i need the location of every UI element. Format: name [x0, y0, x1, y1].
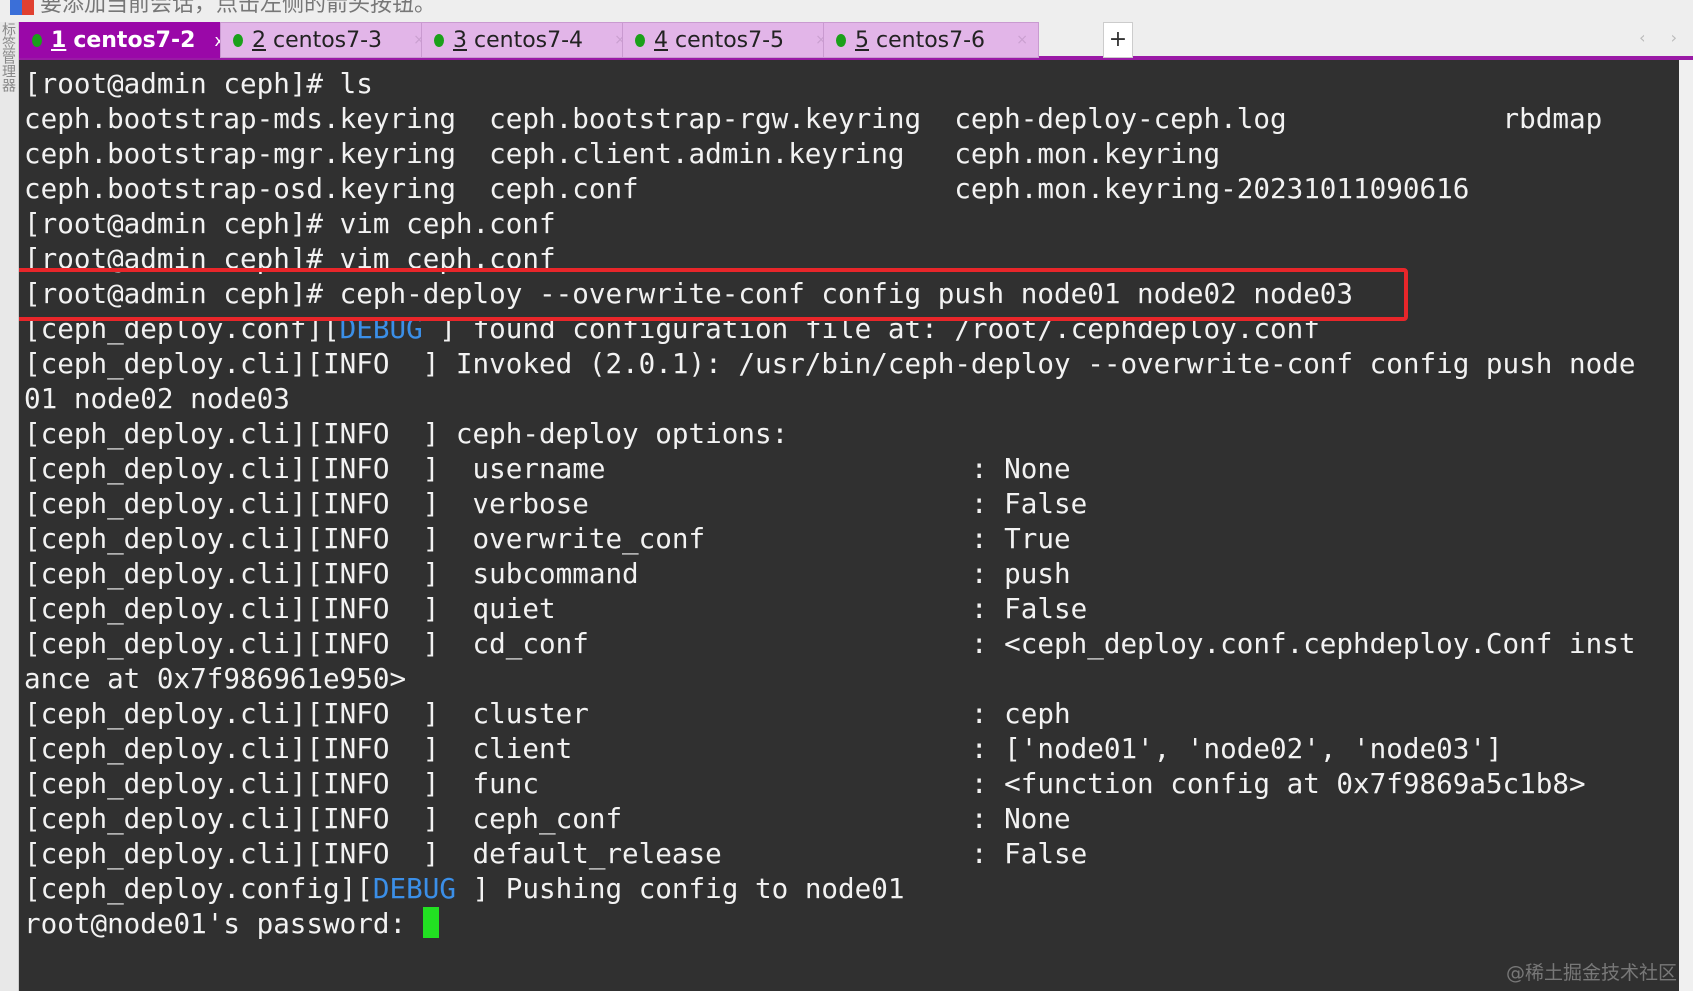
debug-tag: DEBUG	[372, 872, 456, 905]
terminal-line: [ceph_deploy.cli][INFO ] Invoked (2.0.1)…	[24, 346, 1635, 381]
line-text: [ceph_deploy.cli][INFO ] Invoked (2.0.1)…	[24, 347, 1636, 380]
status-dot-icon	[635, 33, 645, 47]
line-text: [ceph_deploy.cli][INFO ] cd_conf : <ceph…	[24, 627, 1636, 660]
terminal-line: ceph.bootstrap-mgr.keyring ceph.client.a…	[24, 136, 1635, 171]
terminal-line: [root@admin ceph]# ls	[24, 66, 1635, 101]
terminal-line: 01 node02 node03	[24, 381, 1635, 416]
tab-label: centos7-5	[675, 27, 785, 53]
add-tab-button[interactable]: +	[1103, 22, 1133, 58]
line-text: [root@admin ceph]# vim ceph.conf	[24, 207, 556, 240]
terminal-line: ceph.bootstrap-mds.keyring ceph.bootstra…	[24, 101, 1635, 136]
tab-number: 4	[654, 27, 668, 53]
tab-number: 1	[51, 27, 67, 53]
tab-label: centos7-3	[273, 27, 383, 53]
tab-number: 3	[453, 27, 467, 53]
session-hint: 要添加当前会话，点击左侧的箭头按钮。	[0, 0, 436, 17]
terminal-line: [ceph_deploy.cli][INFO ] client : ['node…	[24, 731, 1635, 766]
line-text: [ceph_deploy.cli][INFO ] overwrite_conf …	[24, 522, 1071, 555]
tab-label: centos7-2	[73, 27, 196, 53]
app-logo-icon	[10, 0, 34, 15]
terminal-line: [ceph_deploy.cli][INFO ] subcommand : pu…	[24, 556, 1635, 591]
terminal-line: ceph.bootstrap-osd.keyring ceph.conf cep…	[24, 171, 1635, 206]
terminal-line: [ceph_deploy.cli][INFO ] default_release…	[24, 836, 1635, 871]
tab-bar: 1centos7-2x2centos7-3×3centos7-4×4centos…	[19, 22, 1693, 60]
scrollbar[interactable]	[1679, 60, 1693, 991]
terminal-line: [ceph_deploy.cli][INFO ] func : <functio…	[24, 766, 1635, 801]
line-text: [ceph_deploy.cli][INFO ] verbose : False	[24, 487, 1088, 520]
close-tab-icon[interactable]: ×	[1016, 32, 1028, 48]
terminal-output: [root@admin ceph]# ls ceph.bootstrap-mds.…	[24, 66, 1635, 941]
terminal-line: ance at 0x7f986961e950>	[24, 661, 1635, 696]
line-text: [ceph_deploy.cli][INFO ] ceph_conf : Non…	[24, 802, 1071, 835]
tab-centos7-2[interactable]: 1centos7-2x	[19, 22, 235, 58]
terminal[interactable]: [root@admin ceph]# ls ceph.bootstrap-mds.…	[19, 60, 1679, 991]
terminal-line: [ceph_deploy.cli][INFO ] overwrite_conf …	[24, 521, 1635, 556]
watermark: @稀土掘金技术社区	[1505, 962, 1677, 984]
line-text: 01 node02 node03	[24, 382, 290, 415]
terminal-line: [ceph_deploy.config][DEBUG ] Pushing con…	[24, 871, 1635, 906]
terminal-line: [ceph_deploy.cli][INFO ] quiet : False	[24, 591, 1635, 626]
tab-number: 5	[855, 27, 869, 53]
cursor	[422, 907, 439, 938]
status-dot-icon	[32, 33, 42, 47]
tab-centos7-4[interactable]: 3 centos7-4 ×	[421, 22, 637, 58]
session-hint-text: 要添加当前会话，点击左侧的箭头按钮。	[40, 0, 437, 17]
line-text: root@node01's password:	[24, 907, 423, 940]
line-text: ceph.bootstrap-mgr.keyring ceph.client.a…	[24, 137, 1221, 170]
line-text: [ceph_deploy.cli][INFO ] client : ['node…	[24, 732, 1503, 765]
tab-label: centos7-4	[474, 27, 584, 53]
terminal-line: [ceph_deploy.cli][INFO ] verbose : False	[24, 486, 1635, 521]
line-text: [ceph_deploy.cli][INFO ] func : <functio…	[24, 767, 1586, 800]
terminal-line: root@node01's password:	[24, 906, 1635, 941]
status-dot-icon	[434, 33, 444, 47]
tab-centos7-3[interactable]: 2 centos7-3 ×	[220, 22, 436, 58]
tab-manager-strip[interactable]: 标签管理器	[0, 22, 19, 991]
status-dot-icon	[233, 33, 243, 47]
tab-label: centos7-6	[876, 27, 986, 53]
terminal-line: [ceph_deploy.cli][INFO ] ceph_conf : Non…	[24, 801, 1635, 836]
line-text: [ceph_deploy.cli][INFO ] username : None	[24, 452, 1071, 485]
line-text: [root@admin ceph]# ls	[24, 67, 373, 100]
line-text: [ceph_deploy.config][	[24, 872, 373, 905]
tab-scroll-arrows[interactable]: ‹ ›	[1639, 28, 1687, 47]
tab-number: 2	[252, 27, 266, 53]
status-dot-icon	[836, 33, 846, 47]
terminal-line: [root@admin ceph]# vim ceph.conf	[24, 206, 1635, 241]
line-text: ceph.bootstrap-mds.keyring ceph.bootstra…	[24, 102, 1603, 135]
terminal-line: [ceph_deploy.cli][INFO ] cluster : ceph	[24, 696, 1635, 731]
tab-centos7-5[interactable]: 4 centos7-5 ×	[622, 22, 838, 58]
line-text: [ceph_deploy.cli][INFO ] cluster : ceph	[24, 697, 1071, 730]
line-text: ] Pushing config to node01	[455, 872, 905, 905]
terminal-line: [ceph_deploy.cli][INFO ] ceph-deploy opt…	[24, 416, 1635, 451]
terminal-line: [ceph_deploy.cli][INFO ] username : None	[24, 451, 1635, 486]
line-text: [ceph_deploy.cli][INFO ] default_release…	[24, 837, 1088, 870]
line-text: [ceph_deploy.cli][INFO ] subcommand : pu…	[24, 557, 1071, 590]
line-text: [ceph_deploy.cli][INFO ] quiet : False	[24, 592, 1088, 625]
line-text: ceph.bootstrap-osd.keyring ceph.conf cep…	[24, 172, 1470, 205]
line-text: ance at 0x7f986961e950>	[24, 662, 407, 695]
line-text: [ceph_deploy.cli][INFO ] ceph-deploy opt…	[24, 417, 789, 450]
tab-centos7-6[interactable]: 5 centos7-6 ×	[823, 22, 1039, 58]
terminal-line: [ceph_deploy.cli][INFO ] cd_conf : <ceph…	[24, 626, 1635, 661]
highlight-box	[19, 268, 1408, 321]
